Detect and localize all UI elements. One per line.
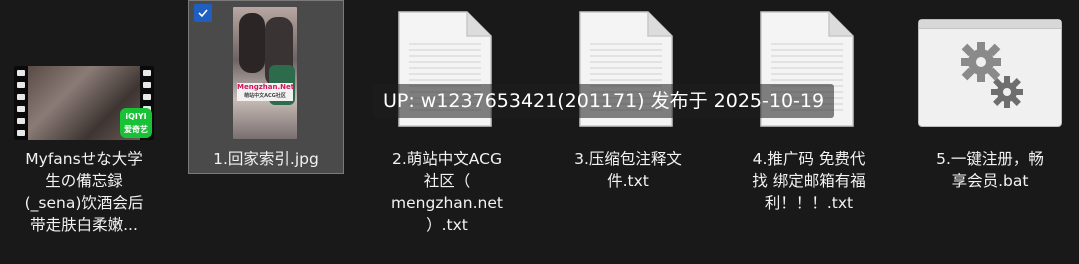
file-name: 5.一键注册，畅 享会员.bat [936,150,1044,190]
gear-icon [961,42,1023,108]
file-item-bat[interactable]: 5.一键注册，畅 享会员.bat [912,0,1068,264]
file-name: 2.萌站中文ACG 社区（ mengzhan.net ）.txt [391,150,503,234]
file-item-video[interactable]: iQIYI 爱奇艺 Myfansせな大学 生の備忘録 (_sena)饮酒会后 带… [6,0,162,264]
checkmark-icon [198,9,208,18]
upload-watermark: UP: w1237653421(201171) 发布于 2025-10-19 [373,84,835,118]
file-name: 1.回家索引.jpg [213,150,319,168]
video-thumbnail-icon: iQIYI 爱奇艺 [14,66,154,140]
selection-checkbox[interactable] [194,4,212,22]
file-item-jpg[interactable]: Mengzhan.Net 萌站中文ACG社区 1.回家索引.jpg [188,0,344,174]
file-item-txt-2[interactable]: 3.压缩包注释文 件.txt [550,0,706,264]
iqiyi-badge-icon: iQIYI 爱奇艺 [120,108,152,138]
file-name: Myfansせな大学 生の備忘録 (_sena)饮酒会后 带走肤白柔嫩... [24,150,144,234]
file-name: 3.压缩包注释文 件.txt [574,150,682,190]
film-strip-left [14,66,28,140]
thumbnail-banner: Mengzhan.Net 萌站中文ACG社区 [237,83,295,101]
file-item-txt-3[interactable]: 4.推广码 免费代 找 绑定邮箱有福 利！！！.txt [731,0,887,264]
window-bar [919,20,1061,29]
file-name: 4.推广码 免费代 找 绑定邮箱有福 利！！！.txt [752,150,866,212]
file-item-txt-1[interactable]: 2.萌站中文ACG 社区（ mengzhan.net ）.txt [369,0,525,264]
batch-file-icon [918,19,1062,127]
image-thumbnail-icon: Mengzhan.Net 萌站中文ACG社区 [233,7,297,139]
